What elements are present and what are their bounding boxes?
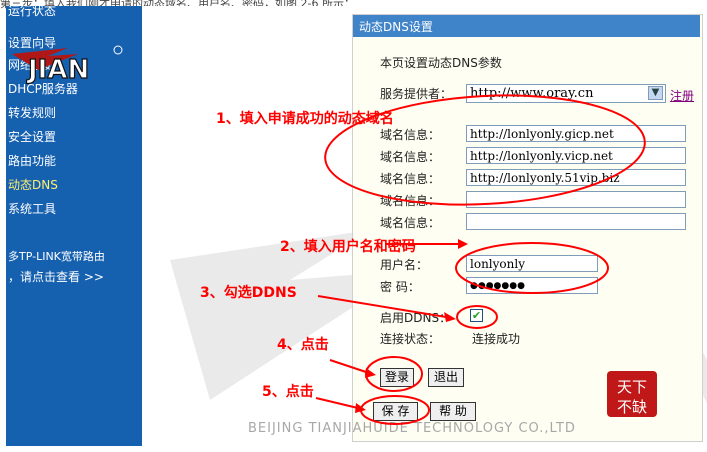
username-input[interactable]: lonlyonly — [466, 255, 598, 272]
annotation-step-2: 2、填入用户名和密码 — [280, 239, 416, 255]
domain-input-5[interactable] — [466, 213, 686, 230]
login-button[interactable]: 登录 — [380, 368, 414, 387]
password-input[interactable]: ●●●●●●● — [466, 277, 598, 294]
register-link[interactable]: 注册 — [670, 87, 694, 104]
domain-input-1[interactable]: http://lonlyonly.gicp.net — [466, 125, 686, 142]
promo-text: 多TP-LINK宽带路由 — [8, 250, 105, 263]
annotation-step-1: 1、填入申请成功的动态域名 — [216, 111, 394, 127]
sidebar-item-routing[interactable]: 路由功能 — [8, 152, 56, 169]
domain-label-4: 域名信息： — [380, 194, 441, 208]
sidebar-item-security[interactable]: 安全设置 — [8, 128, 56, 145]
help-button[interactable]: 帮 助 — [430, 402, 476, 421]
provider-label: 服务提供者： — [380, 87, 453, 101]
domain-input-2[interactable]: http://lonlyonly.vicp.net — [466, 147, 686, 164]
domain-input-3[interactable]: http://lonlyonly.51vip.biz — [466, 169, 686, 186]
sidebar-item-status[interactable]: 运行状态 — [8, 6, 56, 19]
sidebar-item-system-tools[interactable]: 系统工具 — [8, 200, 56, 217]
annotation-step-5: 5、点击 — [262, 384, 314, 400]
chevron-down-icon[interactable]: ▼ — [648, 86, 663, 100]
svg-text:天下: 天下 — [617, 378, 647, 396]
enable-ddns-label: 启用DDNS： — [380, 311, 452, 325]
panel-title-bar: 动态DNS设置 — [353, 15, 700, 37]
save-button[interactable]: 保 存 — [373, 402, 418, 421]
annotation-step-4: 4、点击 — [277, 337, 329, 353]
svg-text:不缺: 不缺 — [617, 398, 647, 416]
company-watermark: BEIJING TIANJIAHUIDE TECHNOLOGY CO.,LTD — [248, 421, 576, 436]
svg-text:JIAN: JIAN — [26, 55, 89, 84]
domain-label-1: 域名信息： — [380, 128, 441, 142]
domain-input-4[interactable] — [466, 191, 686, 208]
logout-button[interactable]: 退出 — [428, 368, 464, 387]
status-label: 连接状态： — [380, 332, 441, 346]
jian-logo: JIAN — [12, 45, 123, 84]
domain-label-2: 域名信息： — [380, 150, 441, 164]
provider-select-value: http://www.oray.cn — [470, 86, 594, 101]
sidebar-item-ddns[interactable]: 动态DNS — [8, 176, 58, 193]
provider-select[interactable]: http://www.oray.cn — [466, 84, 666, 103]
enable-ddns-checkbox[interactable]: ✔ — [470, 309, 483, 322]
domain-label-3: 域名信息： — [380, 172, 441, 186]
promo-link[interactable]: ，请点击查看 >> — [8, 268, 104, 285]
panel-title: 动态DNS设置 — [359, 20, 433, 34]
password-label: 密 码： — [380, 280, 420, 294]
username-label: 用户名： — [380, 258, 429, 272]
panel-description: 本页设置动态DNS参数 — [380, 56, 502, 70]
red-seal-stamp: 天下 不缺 — [607, 371, 657, 417]
sidebar-item-forwarding[interactable]: 转发规则 — [8, 104, 56, 121]
domain-label-5: 域名信息： — [380, 216, 441, 230]
status-value: 连接成功 — [472, 332, 521, 346]
annotation-step-3: 3、勾选DDNS — [200, 285, 297, 301]
